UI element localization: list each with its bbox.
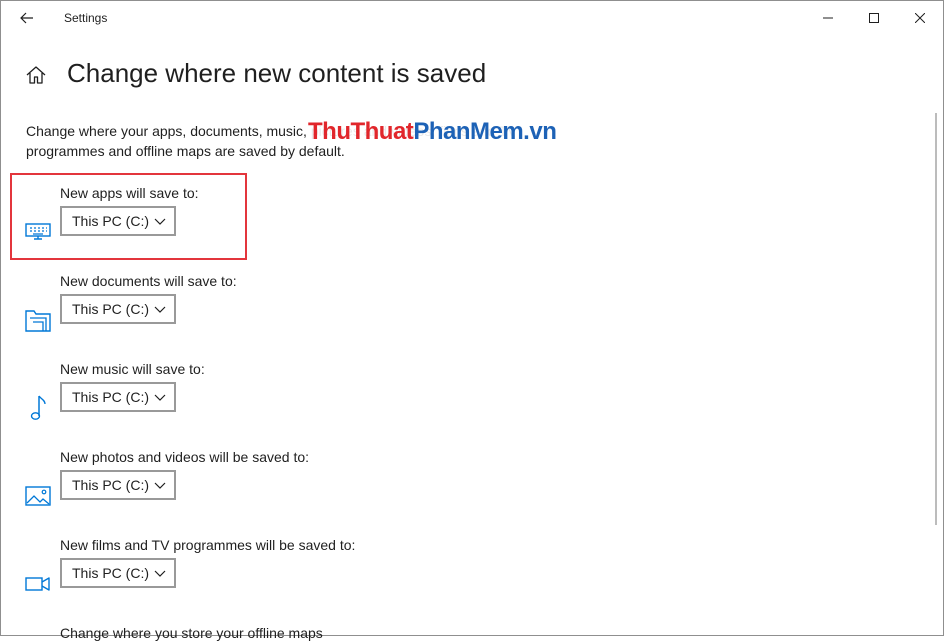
documents-save-label: New documents will save to: bbox=[60, 273, 237, 289]
photos-save-dropdown[interactable]: This PC (C:) bbox=[60, 470, 176, 500]
documents-folder-icon bbox=[25, 307, 51, 333]
chevron-down-icon bbox=[154, 570, 166, 577]
video-camera-icon bbox=[25, 571, 51, 597]
watermark-part-2: PhanMem bbox=[413, 118, 524, 145]
films-save-setting: New films and TV programmes will be save… bbox=[0, 537, 600, 617]
documents-save-dropdown[interactable]: This PC (C:) bbox=[60, 294, 176, 324]
films-save-dropdown[interactable]: This PC (C:) bbox=[60, 558, 176, 588]
watermark-logo: ThuThuatPhanMem.vn bbox=[306, 118, 559, 146]
chevron-down-icon bbox=[154, 394, 166, 401]
home-button[interactable] bbox=[25, 64, 47, 86]
apps-save-label: New apps will save to: bbox=[60, 185, 199, 201]
music-note-icon bbox=[25, 395, 51, 421]
app-title: Settings bbox=[64, 11, 108, 25]
maximize-button[interactable] bbox=[851, 1, 897, 35]
apps-save-value: This PC (C:) bbox=[72, 213, 149, 229]
home-icon bbox=[26, 66, 46, 84]
title-bar: Settings bbox=[1, 1, 943, 35]
back-arrow-icon bbox=[20, 12, 33, 24]
page-title: Change where new content is saved bbox=[67, 58, 487, 88]
music-save-value: This PC (C:) bbox=[72, 389, 149, 405]
films-save-label: New films and TV programmes will be save… bbox=[60, 537, 356, 553]
photo-icon bbox=[25, 483, 51, 509]
music-save-label: New music will save to: bbox=[60, 361, 205, 377]
photos-save-setting: New photos and videos will be saved to: … bbox=[0, 449, 600, 529]
minimize-icon bbox=[823, 17, 833, 19]
apps-save-dropdown[interactable]: This PC (C:) bbox=[60, 206, 176, 236]
chevron-down-icon bbox=[154, 218, 166, 225]
watermark-part-3: .vn bbox=[523, 118, 557, 145]
watermark-part-1: ThuThuat bbox=[308, 118, 414, 145]
documents-save-value: This PC (C:) bbox=[72, 301, 149, 317]
apps-save-setting: New apps will save to: This PC (C:) bbox=[0, 185, 600, 265]
close-icon bbox=[915, 13, 925, 23]
offline-maps-link[interactable]: Change where you store your offline maps bbox=[60, 625, 323, 641]
chevron-down-icon bbox=[154, 306, 166, 313]
photos-save-label: New photos and videos will be saved to: bbox=[60, 449, 310, 465]
documents-save-setting: New documents will save to: This PC (C:) bbox=[0, 273, 600, 353]
scrollbar[interactable] bbox=[935, 113, 937, 525]
music-save-setting: New music will save to: This PC (C:) bbox=[0, 361, 600, 441]
photos-save-value: This PC (C:) bbox=[72, 477, 149, 493]
monitor-icon bbox=[25, 219, 51, 245]
films-save-value: This PC (C:) bbox=[72, 565, 149, 581]
close-button[interactable] bbox=[897, 1, 943, 35]
back-button[interactable] bbox=[11, 3, 43, 33]
maximize-icon bbox=[869, 13, 879, 23]
chevron-down-icon bbox=[154, 482, 166, 489]
minimize-button[interactable] bbox=[805, 1, 851, 35]
music-save-dropdown[interactable]: This PC (C:) bbox=[60, 382, 176, 412]
